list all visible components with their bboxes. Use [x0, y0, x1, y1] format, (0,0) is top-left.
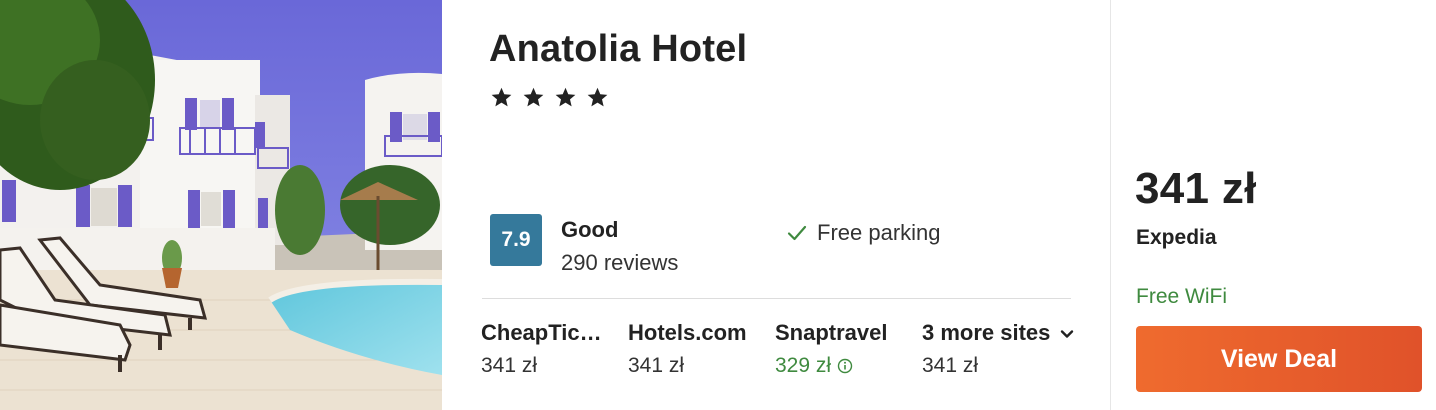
site-offer-snaptravel[interactable]: Snaptravel 329 zł	[775, 320, 910, 378]
amenity-label: Free parking	[817, 220, 941, 245]
chevron-down-icon	[1061, 330, 1074, 338]
site-name: Snaptravel	[775, 320, 888, 345]
star-rating	[490, 86, 609, 109]
hotel-photo[interactable]	[0, 0, 442, 410]
rating-label: Good	[561, 217, 619, 242]
more-sites-dropdown[interactable]: 3 more sites 341 zł	[922, 320, 1102, 378]
check-icon	[787, 225, 807, 241]
deal-price: 341 zł	[1135, 164, 1257, 213]
site-name: Hotels.com	[628, 320, 747, 345]
view-deal-button[interactable]: View Deal	[1136, 326, 1422, 392]
site-price: 341 zł	[481, 354, 538, 377]
site-name: CheapTic…	[481, 320, 602, 345]
site-offer-cheaptickets[interactable]: CheapTic… 341 zł	[481, 320, 616, 378]
info-icon[interactable]	[837, 358, 853, 374]
site-offer-hotels-com[interactable]: Hotels.com 341 zł	[628, 320, 763, 378]
divider	[482, 298, 1071, 299]
site-price: 341 zł	[922, 354, 979, 377]
star-icon	[523, 87, 544, 107]
reviews-count[interactable]: 290 reviews	[561, 250, 678, 276]
amenity-free-parking: Free parking	[787, 220, 941, 246]
hotel-info: Anatolia Hotel 7.9 Good 290 reviews Free…	[442, 0, 1110, 410]
site-price: 329 zł	[775, 354, 832, 377]
hotel-name[interactable]: Anatolia Hotel	[489, 28, 747, 71]
best-deal-panel: 341 zł Expedia Free WiFi View Deal	[1111, 0, 1436, 410]
rating-score-badge: 7.9	[490, 214, 542, 266]
star-icon	[491, 87, 512, 107]
deal-provider: Expedia	[1136, 226, 1217, 249]
more-sites-label: 3 more sites	[922, 320, 1051, 345]
star-icon	[587, 87, 608, 107]
star-icon	[555, 87, 576, 107]
hotel-result-card: Anatolia Hotel 7.9 Good 290 reviews Free…	[0, 0, 1436, 410]
deal-perk: Free WiFi	[1136, 285, 1227, 308]
site-price: 341 zł	[628, 354, 685, 377]
